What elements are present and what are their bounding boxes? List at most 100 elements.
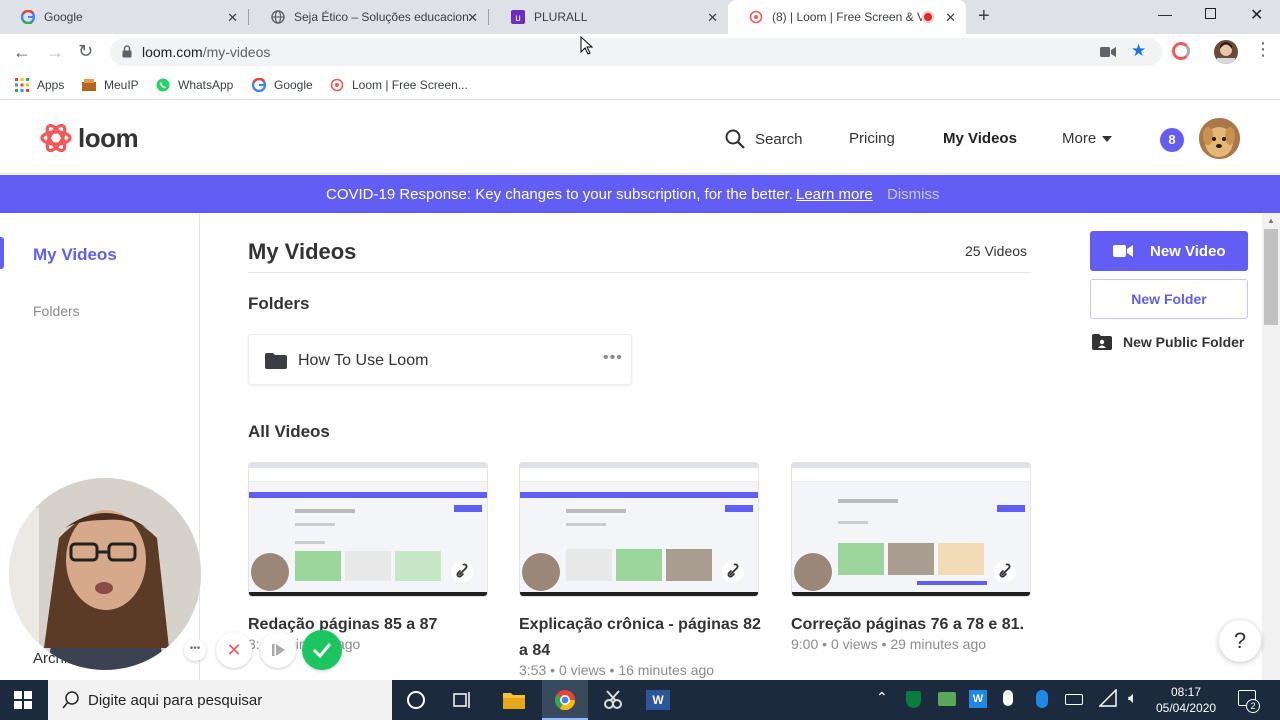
cancel-recording-icon[interactable]: ✕ (216, 632, 252, 668)
close-window-icon[interactable]: ✕ (1250, 5, 1263, 25)
bookmark-star-icon[interactable]: ★ (1131, 41, 1146, 61)
globe-icon (270, 9, 286, 25)
bookmark-google[interactable]: Google (251, 77, 313, 93)
video-card[interactable]: Explicação crônica - páginas 82 a 84 3:5… (519, 462, 761, 680)
minimize-icon[interactable]: — (1158, 6, 1172, 22)
divider (248, 272, 1031, 273)
all-videos-heading: All Videos (248, 422, 330, 441)
sidebar-item-my-videos[interactable]: My Videos (33, 245, 117, 265)
nav-pricing[interactable]: Pricing (849, 130, 895, 147)
learn-more-link[interactable]: Learn more (796, 186, 873, 203)
dismiss-button[interactable]: Dismiss (887, 186, 940, 203)
security-shield-icon[interactable] (906, 691, 921, 708)
loom-extension-icon[interactable] (1172, 42, 1190, 60)
close-tab-icon[interactable]: ✕ (945, 10, 956, 26)
forward-icon[interactable]: → (46, 42, 64, 63)
video-count: 25 Videos (965, 243, 1028, 259)
link-icon[interactable] (451, 561, 473, 583)
browser-tab-strip: Google ✕ Seja Ético – Soluções educacion… (0, 0, 1280, 34)
finish-recording-icon[interactable] (302, 630, 342, 670)
volume-icon[interactable]: 🔈︎ (1128, 690, 1138, 708)
new-public-folder-button[interactable]: New Public Folder (1092, 334, 1244, 350)
windows-start-icon[interactable] (14, 691, 32, 709)
tab-title: Google (44, 10, 83, 24)
cortana-icon[interactable] (407, 691, 425, 709)
snipping-tool-icon[interactable] (602, 689, 624, 711)
microphone-icon[interactable] (1003, 690, 1013, 706)
user-avatar[interactable] (1199, 118, 1240, 159)
task-view-icon[interactable] (453, 691, 473, 709)
video-title[interactable]: Explicação crônica - páginas 82 a 84 (519, 612, 764, 664)
bookmark-apps[interactable]: Apps (14, 77, 64, 93)
scrollbar[interactable]: ▲ (1262, 213, 1280, 680)
link-icon[interactable] (722, 561, 744, 583)
tray-app-icon[interactable] (938, 692, 956, 706)
google-icon (20, 9, 36, 25)
tab-plurall[interactable]: u PLURALL ✕ (490, 0, 728, 34)
tab-seja-etico[interactable]: Seja Ético – Soluções educaciona ✕ (250, 0, 488, 34)
battery-icon[interactable] (1065, 694, 1083, 705)
new-video-button[interactable]: New Video (1090, 231, 1248, 271)
notification-badge[interactable]: 8 (1160, 128, 1184, 152)
chevron-up-icon[interactable]: ⌃ (876, 689, 888, 706)
folder-icon (265, 353, 287, 369)
file-explorer-icon[interactable] (503, 690, 525, 710)
pause-recording-icon[interactable] (260, 632, 296, 668)
search-link[interactable]: Search (725, 129, 803, 149)
url-text: loom.com/my-videos (142, 44, 271, 60)
tab-title: PLURALL (534, 10, 588, 24)
mouse-cursor-icon (580, 36, 594, 56)
meuip-icon (81, 77, 97, 93)
bookmark-loom[interactable]: Loom | Free Screen... (329, 77, 468, 93)
link-icon[interactable] (994, 561, 1016, 583)
scroll-up-icon[interactable]: ▲ (1267, 216, 1275, 225)
video-card[interactable]: Correção páginas 76 a 78 e 81. 9:00 • 0 … (791, 462, 1031, 680)
nav-my-videos[interactable]: My Videos (943, 130, 1017, 147)
new-video-label: New Video (1150, 242, 1226, 260)
tab-google[interactable]: Google ✕ (0, 0, 248, 34)
word-icon[interactable]: W (646, 690, 670, 710)
close-tab-icon[interactable]: ✕ (467, 10, 478, 26)
bookmark-label: Google (274, 78, 313, 92)
loom-logo[interactable]: loom (40, 122, 139, 154)
address-bar[interactable]: loom.com/my-videos ★ (110, 38, 1162, 66)
folder-name: How To Use Loom (298, 352, 429, 369)
tray-w-icon[interactable]: W (969, 690, 987, 708)
nav-more[interactable]: More (1062, 130, 1113, 147)
back-icon[interactable]: ← (13, 42, 31, 63)
close-tab-icon[interactable]: ✕ (227, 10, 238, 26)
camera-icon[interactable] (1100, 46, 1116, 58)
reload-icon[interactable]: ↻ (78, 41, 93, 62)
sidebar-item-folders[interactable]: Folders (33, 303, 80, 319)
bookmarks-bar: Apps MeuIP WhatsApp Google Loom | Free S… (0, 70, 1280, 100)
video-title[interactable]: Correção páginas 76 a 78 e 81. (791, 612, 1036, 638)
video-thumbnail[interactable] (791, 462, 1031, 597)
video-thumbnail[interactable] (248, 462, 488, 597)
chrome-taskbar-button[interactable] (542, 680, 588, 720)
restore-icon[interactable] (1205, 8, 1216, 19)
tab-loom[interactable]: (8) | Loom | Free Screen & Vi ✕ (728, 0, 966, 34)
close-tab-icon[interactable]: ✕ (707, 10, 718, 26)
help-button[interactable]: ? (1219, 620, 1261, 662)
new-tab-icon[interactable]: + (978, 5, 990, 28)
loom-icon (329, 77, 345, 93)
folders-heading: Folders (248, 294, 310, 313)
video-thumbnail[interactable] (519, 462, 759, 597)
bluetooth-icon[interactable] (1036, 690, 1048, 708)
profile-avatar[interactable] (1214, 40, 1238, 64)
bookmark-meuip[interactable]: MeuIP (81, 77, 139, 93)
folder-card[interactable]: How To Use Loom ••• (248, 334, 632, 385)
taskbar-search-field[interactable]: Digite aqui para pesquisar (48, 680, 392, 720)
menu-kebab-icon[interactable]: ⋮ (1254, 40, 1272, 58)
new-folder-button[interactable]: New Folder (1090, 279, 1248, 319)
video-camera-icon (1113, 244, 1133, 258)
webcam-bubble[interactable] (9, 478, 201, 670)
more-options-icon[interactable]: ••• (603, 349, 623, 367)
bookmark-whatsapp[interactable]: WhatsApp (155, 77, 233, 93)
clock[interactable]: 08:17 05/04/2020 (1156, 684, 1216, 716)
browser-toolbar: ← → ↻ loom.com/my-videos ★ ⋮ (0, 34, 1280, 70)
recording-more-icon[interactable]: ••• (184, 639, 206, 661)
scrollbar-thumb[interactable] (1264, 229, 1278, 325)
svg-text:u: u (515, 13, 521, 24)
wifi-icon[interactable] (1099, 689, 1117, 707)
